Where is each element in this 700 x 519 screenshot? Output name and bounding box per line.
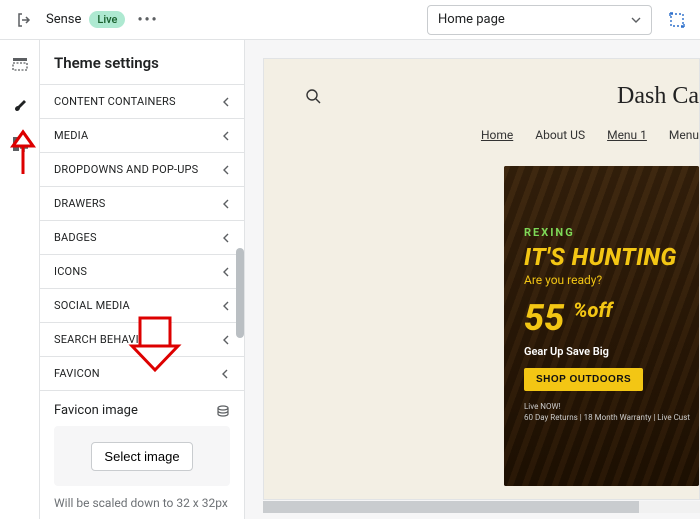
nav-home[interactable]: Home: [481, 128, 513, 142]
acc-content-containers[interactable]: CONTENT CONTAINERS: [40, 85, 244, 119]
viewport-button[interactable]: [662, 5, 692, 35]
viewport-icon: [668, 11, 686, 29]
banner-cta-button[interactable]: SHOP OUTDOORS: [524, 368, 643, 391]
left-rail: [0, 40, 40, 519]
apps-tab[interactable]: [8, 132, 32, 156]
exit-button[interactable]: [8, 4, 40, 36]
page-selector-label: Home page: [438, 12, 505, 27]
theme-settings-tab[interactable]: [8, 92, 32, 116]
acc-social[interactable]: SOCIAL MEDIA: [40, 289, 244, 323]
caret-down-icon: [631, 15, 641, 25]
banner-sub: Are you ready?: [524, 273, 690, 287]
chevron-left-icon: [222, 233, 230, 243]
exit-icon: [16, 12, 32, 28]
search-icon[interactable]: [304, 87, 322, 105]
acc-drawers[interactable]: DRAWERS: [40, 187, 244, 221]
sidebar-title: Theme settings: [40, 40, 244, 85]
preview-pane: Dash Ca Home About US Menu 1 Menu REXING…: [245, 40, 700, 519]
acc-media[interactable]: MEDIA: [40, 119, 244, 153]
chevron-left-icon: [222, 335, 230, 345]
favicon-panel: Favicon image Select image Will be scale…: [40, 391, 244, 519]
acc-favicon[interactable]: FAVICON: [40, 357, 244, 391]
site-nav: Home About US Menu 1 Menu: [481, 128, 699, 142]
acc-search[interactable]: SEARCH BEHAVIOR: [40, 323, 244, 357]
page-selector[interactable]: Home page: [427, 5, 652, 35]
chevron-down-icon: [220, 370, 230, 378]
nav-menu1[interactable]: Menu 1: [607, 128, 647, 142]
chevron-left-icon: [222, 131, 230, 141]
sections-tab[interactable]: [8, 52, 32, 76]
banner-brand: REXING: [524, 226, 690, 239]
chevron-left-icon: [222, 165, 230, 175]
nav-menu2[interactable]: Menu: [669, 128, 699, 142]
banner-gear: Gear Up Save Big: [524, 345, 690, 358]
chevron-left-icon: [222, 301, 230, 311]
favicon-field-label: Favicon image: [54, 403, 138, 418]
acc-icons[interactable]: ICONS: [40, 255, 244, 289]
theme-name: Sense: [46, 12, 81, 27]
sections-icon: [11, 55, 29, 73]
settings-sidebar: Theme settings CONTENT CONTAINERS MEDIA …: [40, 40, 245, 519]
favicon-uploader: Select image: [54, 426, 230, 486]
banner-discount: 55 %off: [524, 297, 690, 339]
preview-canvas[interactable]: Dash Ca Home About US Menu 1 Menu REXING…: [263, 58, 700, 500]
status-badge: Live: [89, 11, 125, 28]
connect-dynamic-source-icon[interactable]: [216, 404, 230, 418]
chevron-left-icon: [222, 97, 230, 107]
acc-dropdowns[interactable]: DROPDOWNS AND POP-UPS: [40, 153, 244, 187]
apps-icon: [11, 135, 29, 153]
banner-fineprint: Live NOW!60 Day Returns | 18 Month Warra…: [524, 401, 690, 423]
site-title: Dash Ca: [617, 83, 699, 110]
favicon-hint: Will be scaled down to 32 x 32px: [54, 496, 230, 510]
acc-badges[interactable]: BADGES: [40, 221, 244, 255]
hero-banner: REXING IT'S HUNTING Are you ready? 55 %o…: [504, 166, 699, 486]
nav-about[interactable]: About US: [535, 128, 585, 142]
more-button[interactable]: •••: [137, 12, 158, 28]
paintbrush-icon: [11, 95, 29, 113]
preview-h-scrollbar[interactable]: [263, 501, 700, 513]
sidebar-scrollbar[interactable]: [236, 78, 244, 508]
select-image-button[interactable]: Select image: [91, 442, 192, 471]
chevron-left-icon: [222, 267, 230, 277]
chevron-left-icon: [222, 199, 230, 209]
banner-headline: IT'S HUNTING: [524, 243, 690, 271]
